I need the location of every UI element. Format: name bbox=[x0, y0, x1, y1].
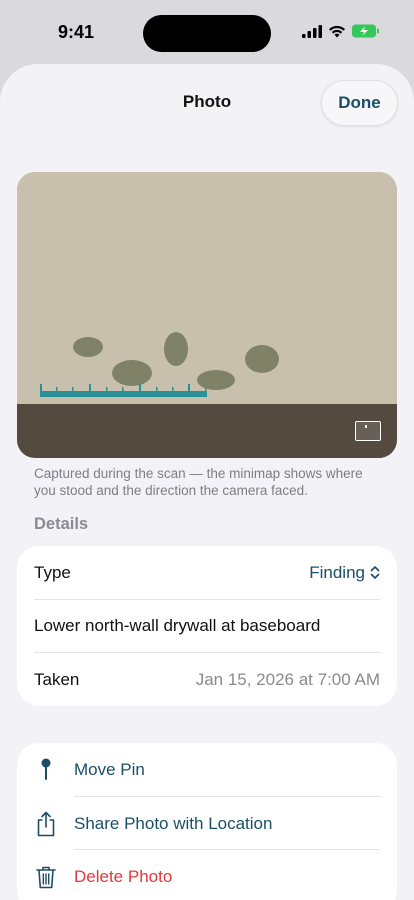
type-picker[interactable]: Finding bbox=[309, 563, 380, 583]
pin-icon bbox=[35, 757, 57, 783]
delete-photo-label: Delete Photo bbox=[74, 866, 173, 886]
minimap-icon[interactable] bbox=[355, 421, 381, 441]
status-time: 9:41 bbox=[57, 22, 95, 42]
photo-image bbox=[17, 172, 397, 458]
damage-spot bbox=[164, 332, 188, 366]
cellular-signal-icon bbox=[302, 24, 322, 38]
type-label: Type bbox=[34, 562, 71, 582]
share-photo-label: Share Photo with Location bbox=[74, 813, 273, 833]
details-header: Details bbox=[34, 515, 89, 533]
taken-row: Taken Jan 15, 2026 at 7:00 AM bbox=[17, 653, 397, 706]
move-pin-button[interactable]: Move Pin bbox=[17, 743, 397, 796]
share-photo-button[interactable]: Share Photo with Location bbox=[17, 797, 397, 850]
description-row[interactable]: Lower north-wall drywall at baseboard bbox=[17, 599, 397, 652]
delete-photo-button[interactable]: Delete Photo bbox=[17, 850, 397, 900]
damage-spot bbox=[245, 345, 279, 373]
trash-icon bbox=[35, 864, 57, 890]
actions-card: Move Pin Share Photo with Location Delet… bbox=[17, 743, 397, 900]
scan-photo[interactable] bbox=[17, 172, 397, 458]
type-value: Finding bbox=[309, 562, 365, 582]
share-icon bbox=[35, 811, 57, 837]
chevron-up-down-icon bbox=[370, 566, 380, 579]
damage-spot bbox=[197, 370, 235, 390]
move-pin-label: Move Pin bbox=[74, 759, 145, 779]
taken-value: Jan 15, 2026 at 7:00 AM bbox=[195, 669, 380, 689]
type-row[interactable]: Type Finding bbox=[17, 546, 397, 599]
done-button[interactable]: Done bbox=[321, 80, 398, 126]
photo-sheet: Photo Done Captured during the scan — th… bbox=[0, 64, 414, 900]
photo-caption: Captured during the scan — the minimap s… bbox=[34, 466, 363, 498]
status-bar: 9:41 bbox=[0, 0, 414, 64]
damage-spot bbox=[73, 337, 103, 357]
description-text: Lower north-wall drywall at baseboard bbox=[34, 615, 321, 635]
wifi-icon bbox=[329, 25, 345, 37]
dynamic-island bbox=[143, 15, 271, 52]
taken-label: Taken bbox=[34, 669, 80, 689]
status-icons bbox=[302, 24, 380, 38]
details-card: Type Finding Lower north-wall drywall at… bbox=[17, 546, 397, 706]
battery-charging-icon bbox=[352, 24, 379, 38]
damage-spot bbox=[112, 360, 152, 386]
